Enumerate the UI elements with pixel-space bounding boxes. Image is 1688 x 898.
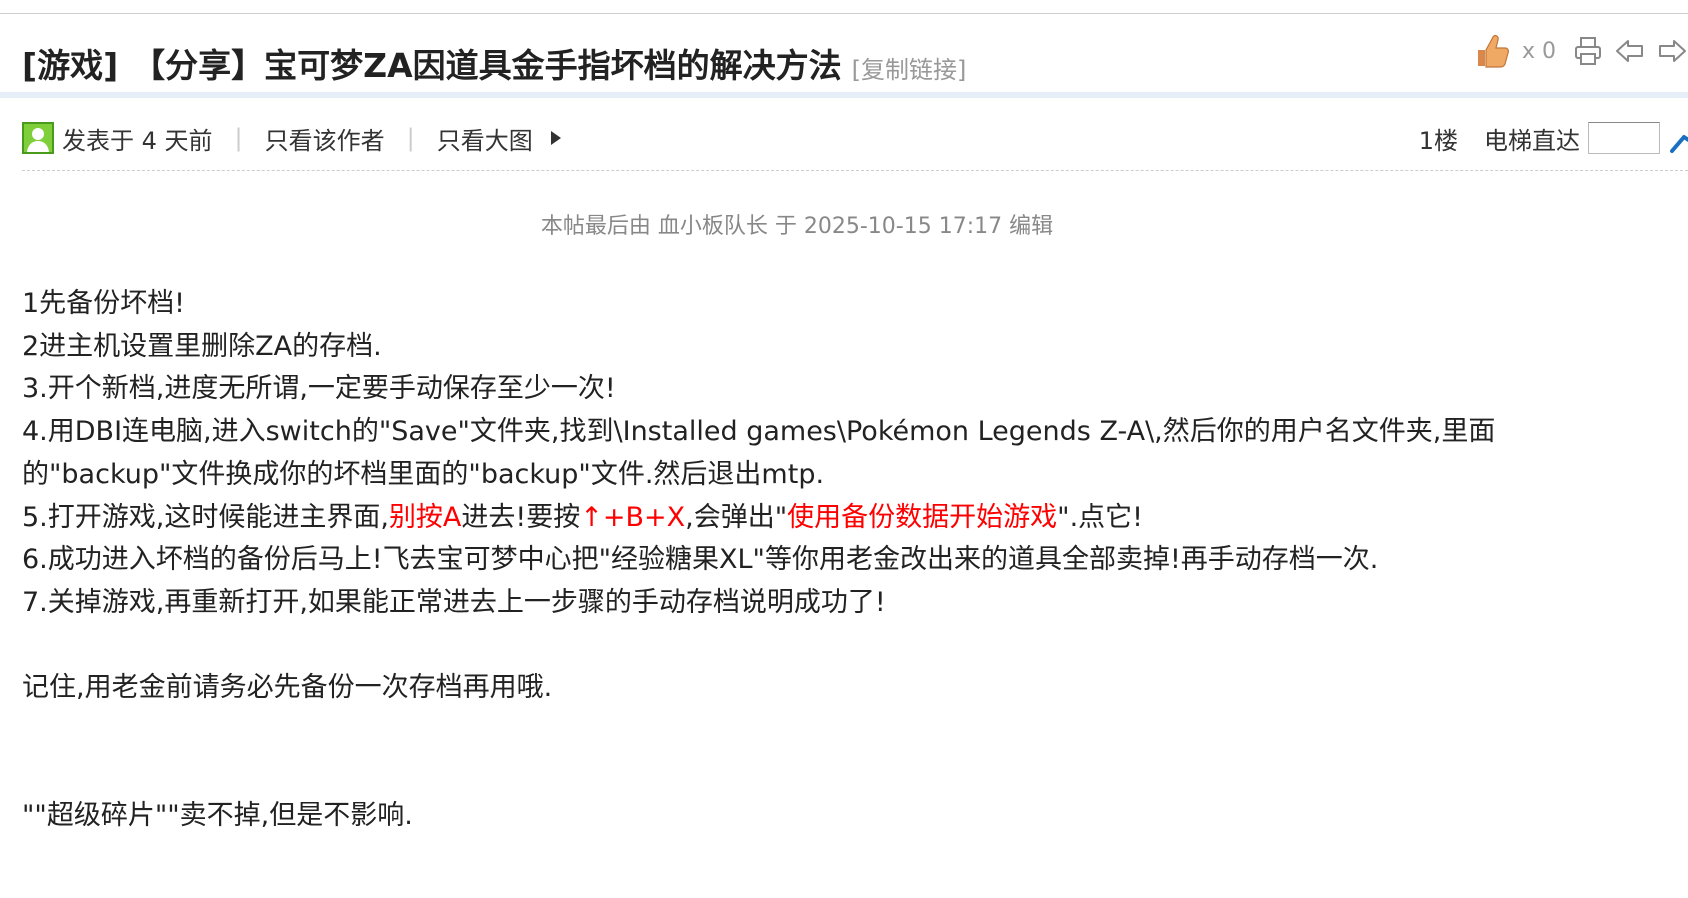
meta-separator: | <box>234 124 243 152</box>
post-content: 1先备份坏档! 2进主机设置里删除ZA的存档. 3.开个新档,进度无所谓,一定要… <box>22 283 1642 838</box>
title-category[interactable]: [游戏] <box>22 39 118 87</box>
content-line: 3.开个新档,进度无所谓,一定要手动保存至少一次! <box>22 373 616 405</box>
copy-link-button[interactable]: [复制链接] <box>852 50 967 85</box>
highlight-text: 别按A <box>388 501 462 533</box>
content-line: 4.用DBI连电脑,进入switch的"Save"文件夹,找到\Installe… <box>22 416 1496 448</box>
only-author-link[interactable]: 只看该作者 <box>265 121 385 156</box>
content-text: ".点它! <box>1057 501 1143 533</box>
only-big-image-link[interactable]: 只看大图 <box>437 121 533 156</box>
print-icon[interactable] <box>1572 35 1604 67</box>
prev-icon[interactable] <box>1614 35 1646 67</box>
post-time: 发表于 4 天前 <box>62 126 213 155</box>
thread-title: [游戏] 【分享】宝可梦ZA因道具金手指坏档的解决方法 [复制链接] <box>22 38 966 88</box>
highlight-text: ↑+B+X <box>580 501 686 533</box>
content-text: ,会弹出" <box>685 501 788 533</box>
content-line: 6.成功进入坏档的备份后马上!飞去宝可梦中心把"经验糖果XL"等你用老金改出来的… <box>22 544 1379 576</box>
content-line: 1先备份坏档! <box>22 288 186 319</box>
content-line: 记住,用老金前请务必先备份一次存档再用哦. <box>22 672 553 704</box>
go-arrow-icon[interactable] <box>1668 121 1688 155</box>
like-count: x 0 <box>1521 38 1556 64</box>
title-actions: x 0 <box>1474 32 1688 70</box>
content-text: 进去!要按 <box>461 501 581 533</box>
content-text: 5.打开游戏,这时候能进主界面, <box>22 501 389 533</box>
content-line-step5: 5.打开游戏,这时候能进主界面,别按A进去!要按↑+B+X,会弹出"使用备份数据… <box>22 497 1642 540</box>
content-line: ""超级碎片""卖不掉,但是不影响. <box>22 800 413 832</box>
online-user-icon <box>22 122 54 154</box>
top-divider <box>0 13 1688 14</box>
post-meta: 发表于 4 天前 | 只看该作者 | 只看大图 1楼 电梯直达 <box>22 118 1688 158</box>
edit-note: 本帖最后由 血小板队长 于 2025-10-15 17:17 编辑 <box>540 214 1054 239</box>
floor-navigation: 1楼 电梯直达 <box>1419 118 1688 158</box>
content-line: 2进主机设置里删除ZA的存档. <box>22 330 382 362</box>
title-text: 【分享】宝可梦ZA因道具金手指坏档的解决方法 <box>132 46 842 85</box>
title-separator <box>0 92 1688 98</box>
content-line: 的"backup"文件换成你的坏档里面的"backup"文件.然后退出mtp. <box>22 458 825 490</box>
play-triangle-icon[interactable] <box>549 129 563 147</box>
thumbs-up-icon[interactable] <box>1474 32 1512 70</box>
next-icon[interactable] <box>1656 35 1688 67</box>
goto-floor-label: 电梯直达 <box>1484 126 1580 155</box>
meta-divider <box>22 170 1688 171</box>
highlight-text: 使用备份数据开始游戏 <box>787 501 1058 533</box>
meta-separator: | <box>406 124 415 152</box>
content-line: 7.关掉游戏,再重新打开,如果能正常进去上一步骤的手动存档说明成功了! <box>22 586 886 618</box>
goto-floor-input[interactable] <box>1588 122 1660 154</box>
floor-number: 1楼 <box>1418 126 1458 155</box>
